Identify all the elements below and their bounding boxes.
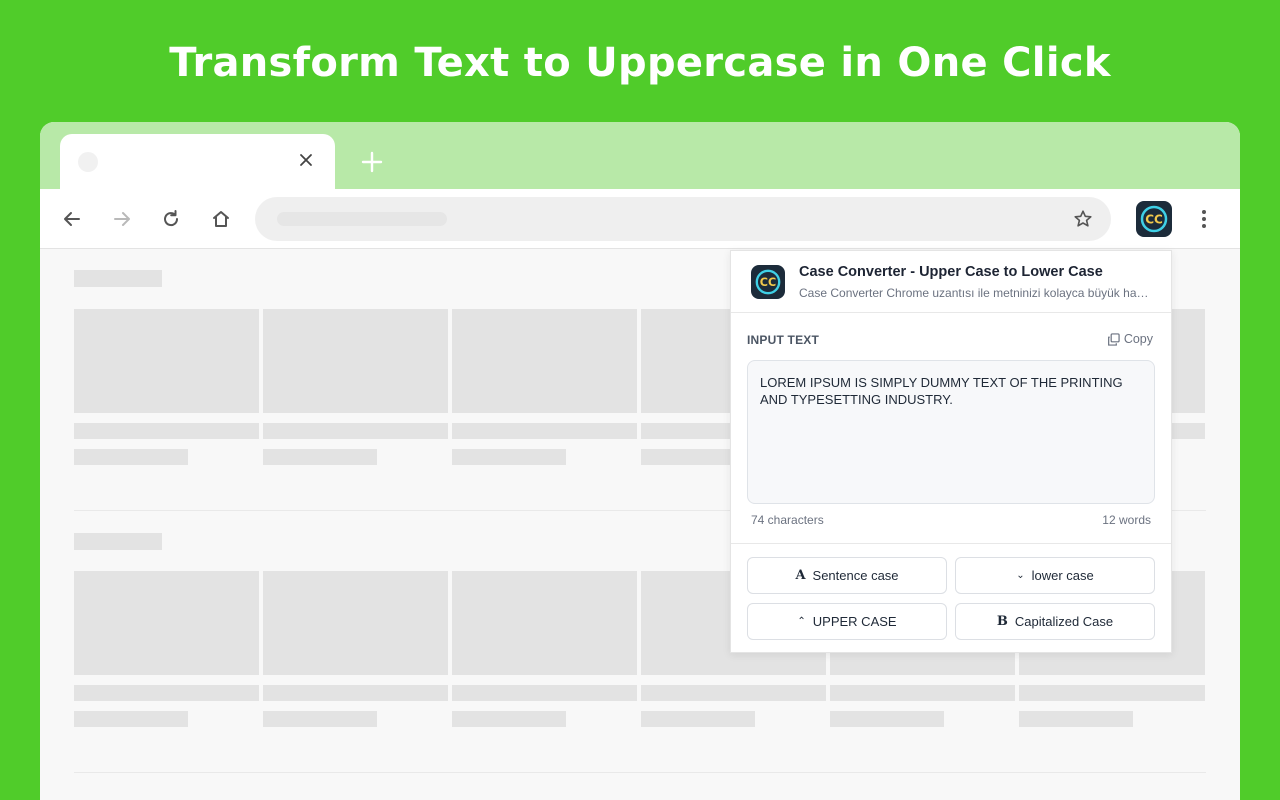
placeholder-line — [74, 423, 259, 439]
letter-a-icon: A — [795, 568, 806, 583]
placeholder-line — [1019, 711, 1133, 727]
popup-header: CC Case Converter - Upper Case to Lower … — [731, 251, 1171, 313]
placeholder-line — [452, 449, 566, 465]
popup-divider — [731, 543, 1171, 544]
browser-tab[interactable] — [60, 134, 335, 190]
address-bar[interactable] — [255, 197, 1111, 241]
placeholder-card — [452, 571, 637, 675]
input-label: INPUT TEXT — [747, 333, 820, 347]
placeholder-line — [452, 711, 566, 727]
placeholder-line — [452, 423, 637, 439]
sentence-case-label: Sentence case — [812, 568, 899, 583]
star-icon[interactable] — [1071, 207, 1095, 231]
upper-case-button[interactable]: ⌃ UPPER CASE — [747, 603, 947, 640]
upper-case-label: UPPER CASE — [812, 614, 897, 629]
case-converter-logo: CC — [751, 265, 785, 299]
tab-strip — [40, 122, 1240, 190]
chevron-down-icon: ⌄ — [1016, 570, 1025, 581]
input-textarea[interactable]: LOREM IPSUM IS SIMPLY DUMMY TEXT OF THE … — [747, 360, 1155, 504]
placeholder-line — [263, 711, 377, 727]
placeholder-card — [452, 309, 637, 413]
placeholder-heading — [74, 270, 162, 287]
placeholder-card — [263, 571, 448, 675]
placeholder-line — [74, 711, 188, 727]
word-count: 12 words — [1102, 513, 1151, 527]
headline: Transform Text to Uppercase in One Click — [169, 40, 1111, 86]
kebab-menu-icon[interactable] — [1192, 205, 1216, 233]
lower-case-label: lower case — [1031, 568, 1094, 583]
placeholder-line — [1019, 685, 1205, 701]
placeholder-heading — [74, 533, 162, 550]
popup-subtitle: Case Converter Chrome uzantısı ile metni… — [799, 286, 1149, 300]
popup-title: Case Converter - Upper Case to Lower Cas… — [799, 264, 1103, 280]
lower-case-button[interactable]: ⌄ lower case — [955, 557, 1155, 594]
home-icon[interactable] — [209, 207, 233, 231]
plus-icon[interactable] — [358, 148, 386, 176]
character-count: 74 characters — [751, 513, 824, 527]
close-icon[interactable] — [296, 150, 316, 170]
browser-toolbar: CC — [40, 189, 1240, 249]
placeholder-line — [641, 685, 826, 701]
placeholder-line — [74, 449, 188, 465]
placeholder-card — [263, 309, 448, 413]
svg-text:CC: CC — [760, 276, 776, 289]
arrow-left-icon[interactable] — [60, 207, 84, 231]
copy-label: Copy — [1123, 332, 1153, 346]
placeholder-line — [263, 423, 448, 439]
placeholder-line — [263, 449, 377, 465]
section-divider — [74, 772, 1206, 773]
placeholder-line — [452, 685, 637, 701]
svg-text:CC: CC — [1145, 213, 1163, 227]
placeholder-line — [641, 711, 755, 727]
copy-icon — [1107, 332, 1120, 346]
sentence-case-button[interactable]: A Sentence case — [747, 557, 947, 594]
favicon-icon — [78, 152, 98, 172]
extension-popup: CC Case Converter - Upper Case to Lower … — [730, 250, 1172, 653]
url-placeholder — [277, 212, 447, 226]
arrow-right-icon[interactable] — [110, 207, 134, 231]
placeholder-line — [830, 685, 1015, 701]
placeholder-line — [830, 711, 944, 727]
case-converter-logo[interactable]: CC — [1136, 201, 1172, 237]
placeholder-card — [74, 309, 259, 413]
reload-icon[interactable] — [159, 207, 183, 231]
capitalized-case-label: Capitalized Case — [1014, 614, 1114, 629]
chevron-up-icon: ⌃ — [797, 616, 806, 627]
placeholder-card — [74, 571, 259, 675]
placeholder-line — [263, 685, 448, 701]
capitalized-case-button[interactable]: B Capitalized Case — [955, 603, 1155, 640]
placeholder-line — [74, 685, 259, 701]
copy-button[interactable]: Copy — [1107, 332, 1153, 346]
letter-b-icon: B — [996, 614, 1008, 629]
